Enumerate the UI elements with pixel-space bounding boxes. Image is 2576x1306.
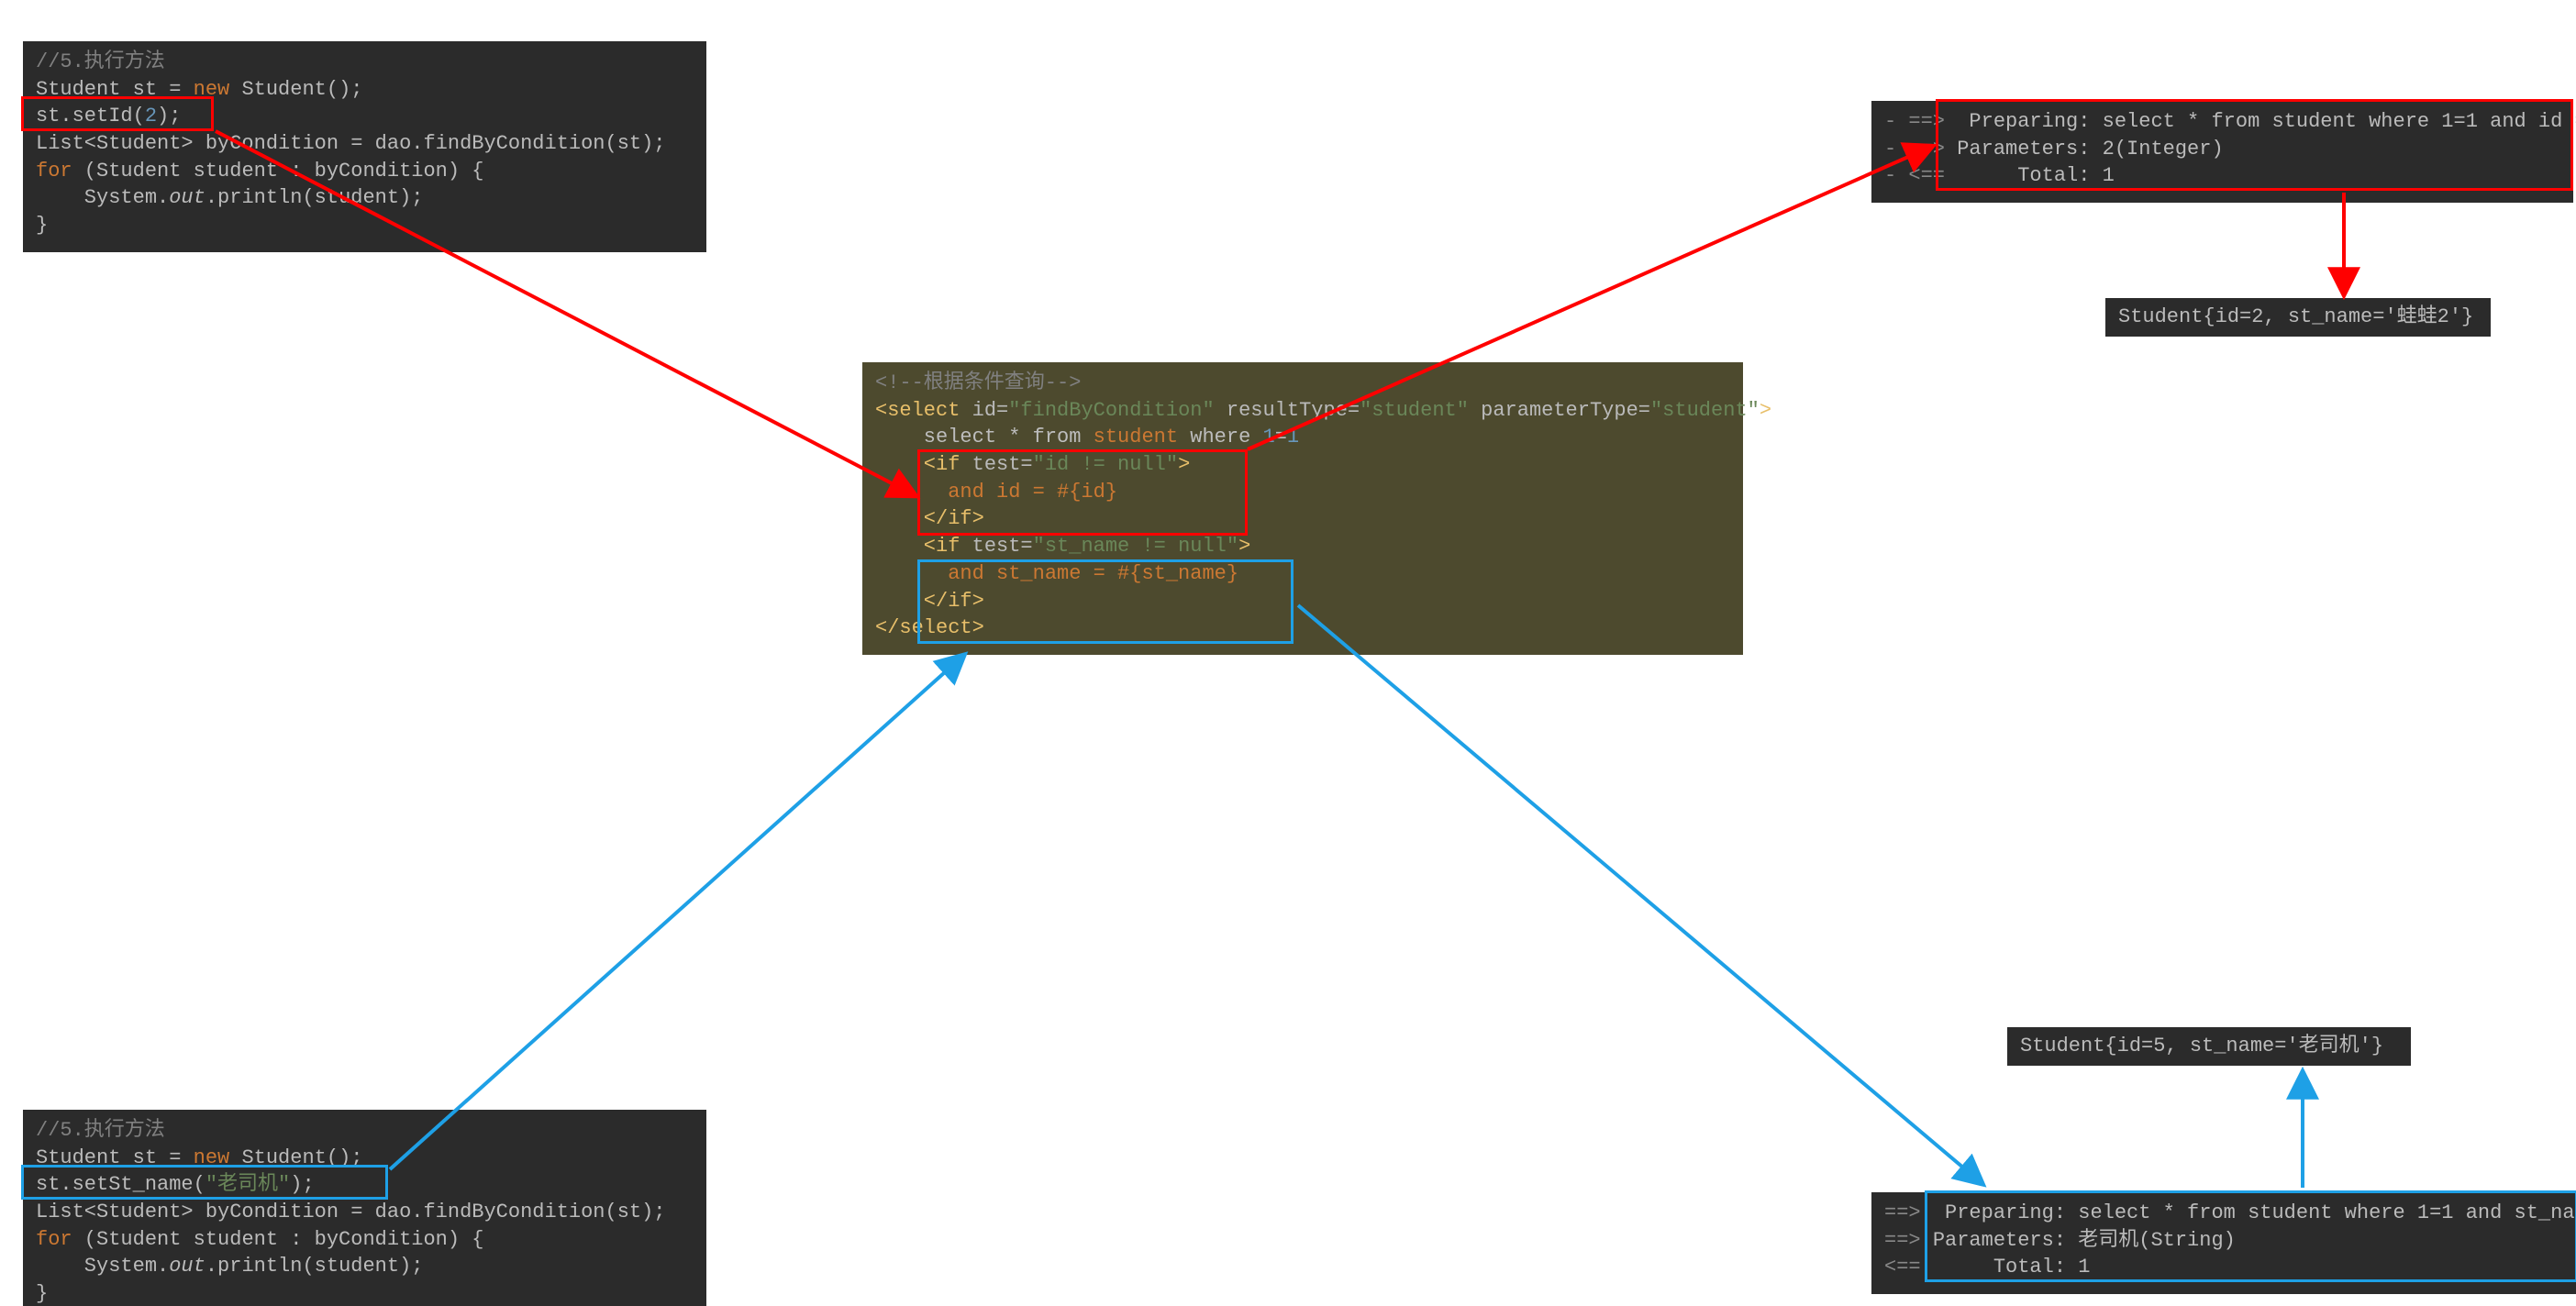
arrow-setstname-to-if: [390, 656, 963, 1169]
arrow-if-to-logstname: [1298, 605, 1982, 1183]
output-text: Student{id=5, st_name='老司机'}: [2020, 1033, 2398, 1060]
highlight-setid: [21, 96, 214, 131]
highlight-log-id: [1936, 99, 2573, 191]
java-panel-setstname: //5.执行方法 Student st = new Student(); st.…: [23, 1110, 706, 1306]
output-id: Student{id=2, st_name='蛙蛙2'}: [2105, 298, 2491, 337]
code-block: //5.执行方法 Student st = new Student(); st.…: [36, 49, 694, 239]
highlight-log-stname: [1925, 1190, 2576, 1282]
code-block: //5.执行方法 Student st = new Student(); st.…: [36, 1117, 694, 1306]
highlight-if-id: [917, 449, 1248, 536]
output-stname: Student{id=5, st_name='老司机'}: [2007, 1027, 2411, 1066]
highlight-setstname: [21, 1165, 388, 1200]
java-panel-setid: //5.执行方法 Student st = new Student(); st.…: [23, 41, 706, 252]
output-text: Student{id=2, st_name='蛙蛙2'}: [2118, 304, 2478, 331]
highlight-if-stname: [917, 559, 1294, 644]
